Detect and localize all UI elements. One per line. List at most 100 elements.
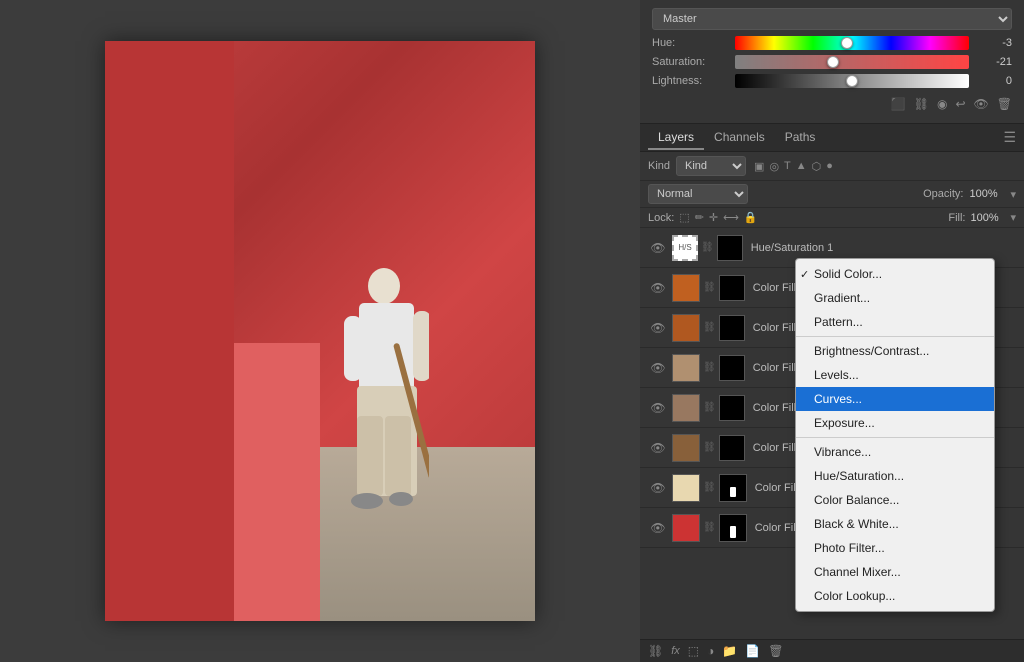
smart-filter-icon[interactable]: ⬡ — [812, 160, 822, 173]
layer-thumb-color — [672, 354, 700, 382]
kind-dropdown[interactable]: Kind — [676, 156, 746, 176]
photo-wall-left — [105, 41, 234, 621]
layer-visibility-toggle[interactable]: 👁 — [648, 401, 668, 415]
shape-filter-icon[interactable]: ▲ — [796, 160, 807, 172]
fill-label: Fill: — [948, 212, 965, 224]
hue-row: Hue: -3 — [652, 36, 1012, 50]
lock-pixels-icon[interactable]: ⬚ — [679, 211, 689, 224]
tab-channels[interactable]: Channels — [704, 126, 775, 150]
canvas-area — [0, 0, 640, 662]
lock-all-icon[interactable]: 🔒 — [744, 211, 758, 224]
layer-visibility-toggle[interactable]: 👁 — [648, 441, 668, 455]
menu-item-color-balance[interactable]: Color Balance... — [796, 488, 994, 512]
hue-value: -3 — [977, 37, 1012, 49]
link-layers-icon[interactable]: ⛓ — [648, 644, 663, 658]
fx-label[interactable]: fx — [671, 645, 680, 657]
menu-item-solid-color[interactable]: ✓ Solid Color... — [796, 262, 994, 286]
menu-item-levels[interactable]: Levels... — [796, 363, 994, 387]
photo-doorway — [225, 343, 320, 621]
chain-icon: ⛓ — [703, 522, 716, 533]
right-panel: Master Hue: -3 Saturation: -21 Lightness… — [640, 0, 1024, 662]
blend-row: Normal Opacity: 100% ▾ — [640, 181, 1024, 208]
chain-icon: ⛓ — [703, 442, 716, 453]
opacity-value[interactable]: 100% — [969, 188, 1004, 200]
opacity-chevron[interactable]: ▾ — [1010, 188, 1016, 201]
layers-bottom-bar: ⛓ fx ⬚ ◑ 📁 📄 🗑 — [640, 639, 1024, 662]
menu-item-vibrance[interactable]: Vibrance... — [796, 440, 994, 464]
lightness-label: Lightness: — [652, 75, 727, 87]
layer-thumb-color — [672, 394, 700, 422]
menu-item-brightness-contrast[interactable]: Brightness/Contrast... — [796, 339, 994, 363]
fill-chevron[interactable]: ▾ — [1010, 211, 1016, 224]
layer-thumbnails: ⛓ — [672, 514, 747, 542]
new-group-icon[interactable]: 📁 — [722, 644, 737, 658]
add-mask-icon[interactable]: ⬚ — [688, 644, 699, 658]
eye-icon[interactable]: 👁 — [974, 97, 989, 111]
menu-item-channel-mixer[interactable]: Channel Mixer... — [796, 560, 994, 584]
fill-value[interactable]: 100% — [970, 212, 1005, 224]
layer-thumb-mask — [719, 435, 745, 461]
channel-dropdown[interactable]: Master — [652, 8, 1012, 30]
pixel-filter-icon[interactable]: ▣ — [754, 160, 764, 173]
lightness-thumb[interactable] — [846, 75, 858, 87]
layer-visibility-toggle[interactable]: 👁 — [648, 321, 668, 335]
saturation-track[interactable] — [735, 55, 969, 69]
layers-panel: Layers Channels Paths ☰ Kind Kind ▣ ◎ T … — [640, 124, 1024, 662]
delete-layer-icon[interactable]: 🗑 — [768, 644, 783, 658]
type-filter-icon[interactable]: T — [784, 160, 791, 172]
tab-paths[interactable]: Paths — [775, 126, 826, 150]
visibility-icon[interactable]: ◉ — [937, 97, 947, 111]
photo-canvas — [105, 41, 535, 621]
menu-item-color-lookup[interactable]: Color Lookup... — [796, 584, 994, 608]
menu-item-pattern[interactable]: Pattern... — [796, 310, 994, 334]
layer-visibility-toggle[interactable]: 👁 — [648, 281, 668, 295]
lock-filter-icon[interactable]: ● — [826, 160, 833, 172]
tab-layers[interactable]: Layers — [648, 126, 704, 150]
layer-name: Hue/Saturation 1 — [751, 242, 1016, 254]
menu-item-hue-saturation[interactable]: Hue/Saturation... — [796, 464, 994, 488]
layer-thumb-adjustment: H/S — [672, 235, 698, 261]
layer-thumb-color — [672, 314, 700, 342]
layer-visibility-toggle[interactable]: 👁 — [648, 241, 668, 255]
layer-thumbnails: ⛓ — [672, 474, 747, 502]
lock-transform-icon[interactable]: ⟷ — [723, 211, 739, 224]
adjustment-filter-icon[interactable]: ◎ — [769, 160, 779, 173]
menu-divider-2 — [796, 437, 994, 438]
menu-item-exposure[interactable]: Exposure... — [796, 411, 994, 435]
panel-menu-icon[interactable]: ☰ — [1003, 129, 1016, 146]
layer-visibility-toggle[interactable]: 👁 — [648, 481, 668, 495]
new-layer-icon[interactable]: 📄 — [745, 644, 760, 658]
reset-icon[interactable]: ↩ — [955, 97, 965, 111]
list-item[interactable]: 👁 H/S ⛓ Hue/Saturation 1 ✓ Solid Color..… — [640, 228, 1024, 268]
layer-thumb-mask — [719, 395, 745, 421]
lock-icons: ⬚ ✏ ✛ ⟷ 🔒 — [679, 211, 757, 224]
chain-icon: ⛓ — [703, 282, 716, 293]
hue-track[interactable] — [735, 36, 969, 50]
link-icon[interactable]: ⛓ — [914, 97, 929, 111]
new-adjustment-icon[interactable]: ◑ — [707, 644, 714, 658]
layer-thumb-mask — [717, 235, 743, 261]
blend-mode-dropdown[interactable]: Normal — [648, 184, 748, 204]
layer-thumbnails: ⛓ — [672, 274, 745, 302]
layer-visibility-toggle[interactable]: 👁 — [648, 521, 668, 535]
layer-visibility-toggle[interactable]: 👁 — [648, 361, 668, 375]
person-silhouette — [329, 261, 429, 531]
hue-thumb[interactable] — [841, 37, 853, 49]
layer-thumbnails: ⛓ — [672, 394, 745, 422]
menu-item-black-white[interactable]: Black & White... — [796, 512, 994, 536]
layer-thumb-mask — [719, 275, 745, 301]
saturation-thumb[interactable] — [827, 56, 839, 68]
menu-item-gradient[interactable]: Gradient... — [796, 286, 994, 310]
layer-thumb-color — [672, 274, 700, 302]
lock-position-icon[interactable]: ✏ — [695, 211, 704, 224]
hsl-panel: Master Hue: -3 Saturation: -21 Lightness… — [640, 0, 1024, 124]
delete-icon[interactable]: 🗑 — [997, 97, 1012, 111]
opacity-label: Opacity: — [923, 188, 963, 200]
lock-artboard-icon[interactable]: ✛ — [709, 211, 718, 224]
menu-item-photo-filter[interactable]: Photo Filter... — [796, 536, 994, 560]
layer-thumb-mask — [719, 315, 745, 341]
mask-icon[interactable]: ⬛ — [891, 97, 906, 111]
saturation-row: Saturation: -21 — [652, 55, 1012, 69]
lightness-track[interactable] — [735, 74, 969, 88]
menu-item-curves[interactable]: Curves... — [796, 387, 994, 411]
